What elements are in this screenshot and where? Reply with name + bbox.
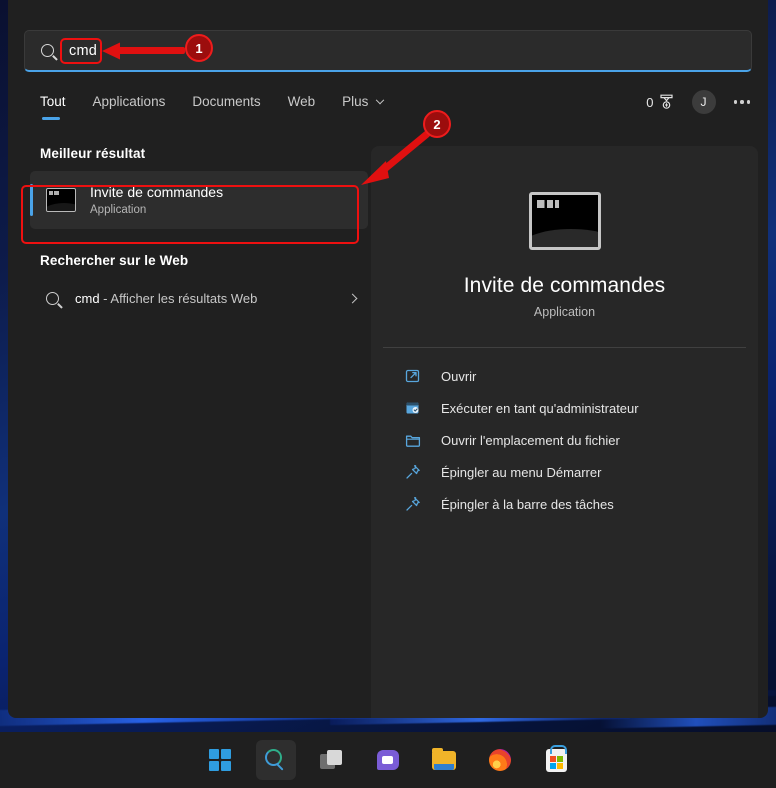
action-label: Ouvrir l'emplacement du fichier (441, 432, 620, 448)
start-button[interactable] (200, 740, 240, 780)
taskbar (0, 732, 776, 788)
action-list: Ouvrir Exécuter en tant qu'administrateu… (371, 360, 758, 520)
web-result-query: cmd (75, 290, 100, 306)
web-result-label: cmd - Afficher les résultats Web (75, 291, 349, 306)
avatar[interactable]: J (691, 90, 716, 114)
task-view-button[interactable] (312, 740, 352, 780)
result-subtitle: Application (90, 203, 147, 216)
web-result-item[interactable]: cmd - Afficher les résultats Web (30, 278, 368, 318)
text-caret (100, 42, 101, 59)
action-open[interactable]: Ouvrir (371, 360, 758, 392)
windows-logo-icon (209, 749, 231, 771)
web-search-heading: Rechercher sur le Web (40, 253, 189, 268)
run-as-admin-icon (405, 400, 421, 416)
action-label: Épingler à la barre des tâches (441, 496, 614, 512)
result-item-command-prompt[interactable]: Invite de commandes Application (30, 171, 368, 229)
command-prompt-icon (528, 192, 601, 250)
firefox-button[interactable] (480, 740, 520, 780)
firefox-icon (489, 749, 511, 771)
divider (383, 347, 746, 348)
chat-icon (377, 750, 399, 770)
action-label: Épingler au menu Démarrer (441, 464, 602, 480)
rewards-medal-icon (659, 94, 673, 109)
chevron-right-icon[interactable] (347, 293, 358, 303)
search-icon (25, 44, 69, 57)
pin-icon (405, 496, 421, 512)
tab-label: Plus (342, 94, 369, 109)
web-search-section: Rechercher sur le Web cmd - Afficher les… (30, 253, 368, 318)
tab-applications[interactable]: Applications (93, 93, 183, 111)
windows-search-flyout: cmd Tout Applications Documents Web Plus… (8, 0, 768, 718)
tab-label: Documents (192, 94, 261, 109)
tab-label: Applications (92, 94, 166, 109)
results-list: Meilleur résultat Invite de commandes Ap… (30, 146, 368, 318)
action-label: Ouvrir (441, 368, 477, 384)
folder-icon (432, 747, 456, 770)
folder-open-icon (405, 432, 421, 448)
preview-pane: Invite de commandes Application Ouvrir E… (371, 146, 758, 718)
tab-tout[interactable]: Tout (40, 93, 83, 120)
tab-web[interactable]: Web (288, 93, 333, 111)
web-result-suffix: - Afficher les résultats Web (99, 290, 258, 306)
search-box[interactable]: cmd (24, 30, 752, 72)
more-options-icon[interactable] (733, 100, 750, 104)
search-icon (264, 748, 288, 772)
task-view-icon (320, 750, 344, 770)
best-result-heading: Meilleur résultat (40, 146, 146, 161)
avatar-initial: J (700, 95, 707, 109)
tab-label: Tout (40, 94, 66, 109)
action-pin-to-taskbar[interactable]: Épingler à la barre des tâches (371, 488, 758, 520)
store-icon (545, 744, 567, 772)
microsoft-store-button[interactable] (536, 740, 576, 780)
preview-subtitle: Application (533, 305, 596, 319)
action-pin-to-start[interactable]: Épingler au menu Démarrer (371, 456, 758, 488)
pin-icon (405, 464, 421, 480)
chat-button[interactable] (368, 740, 408, 780)
chevron-down-icon (375, 95, 385, 105)
file-explorer-button[interactable] (424, 740, 464, 780)
search-button[interactable] (256, 740, 296, 780)
tab-label: Web (287, 94, 316, 109)
action-run-as-admin[interactable]: Exécuter en tant qu'administrateur (371, 392, 758, 424)
tab-plus[interactable]: Plus (342, 93, 400, 111)
rewards-count: 0 (646, 94, 654, 110)
preview-title: Invite de commandes (463, 274, 666, 297)
rewards-button[interactable]: 0 (646, 94, 673, 110)
result-title: Invite de commandes (90, 183, 224, 200)
action-open-file-location[interactable]: Ouvrir l'emplacement du fichier (371, 424, 758, 456)
command-prompt-icon (46, 188, 76, 212)
search-input[interactable]: cmd (69, 43, 99, 59)
search-icon (46, 291, 59, 305)
tab-documents[interactable]: Documents (192, 93, 277, 111)
header-actions: 0 J (646, 90, 750, 114)
action-label: Exécuter en tant qu'administrateur (441, 400, 639, 416)
filter-tabs: Tout Applications Documents Web Plus (40, 93, 410, 120)
open-external-icon (405, 368, 421, 384)
